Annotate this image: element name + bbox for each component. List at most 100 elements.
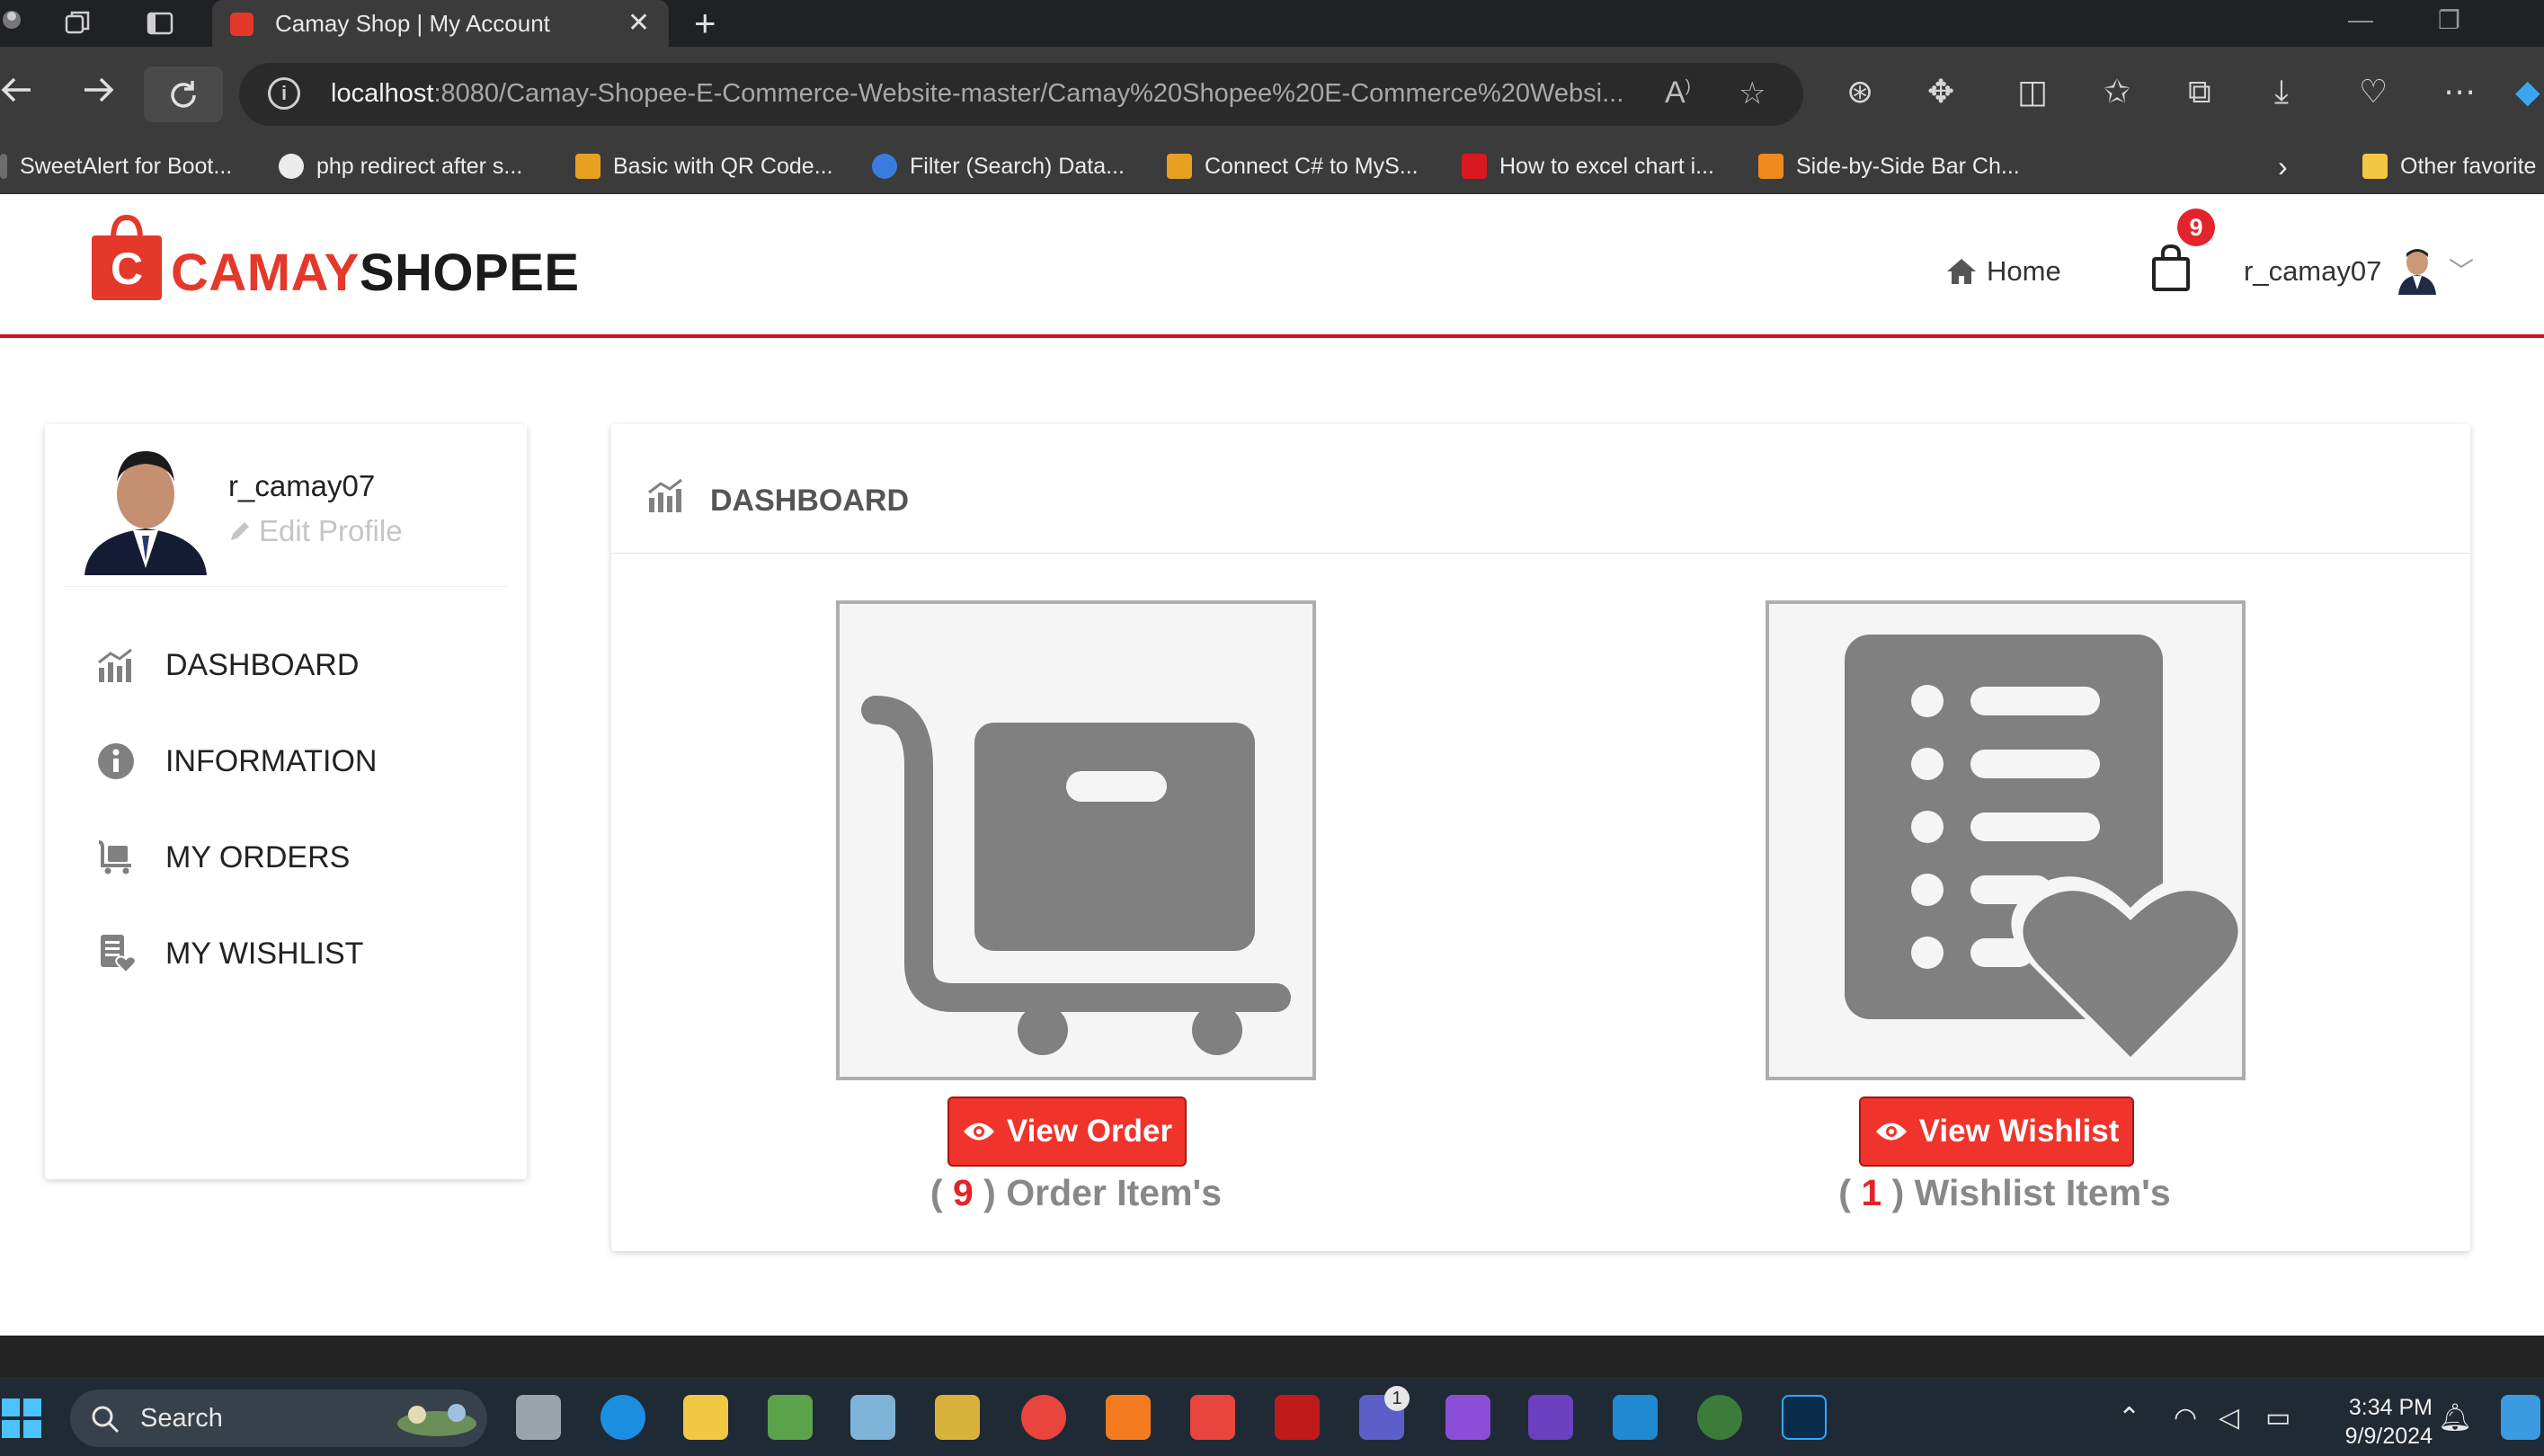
orders-tile — [836, 600, 1316, 1080]
sidebar-item-my-orders[interactable]: MY ORDERS — [95, 830, 350, 884]
task-view-icon[interactable] — [516, 1395, 561, 1440]
tab-actions-icon[interactable] — [144, 7, 176, 40]
volume-icon[interactable]: ◁ — [2219, 1402, 2239, 1434]
edge-icon[interactable] — [600, 1395, 645, 1440]
logo-bag-icon[interactable]: C — [90, 212, 164, 302]
cart-count-badge: 9 — [2177, 209, 2215, 246]
copilot-icon[interactable]: ⊛ — [1846, 74, 1873, 110]
user-avatar[interactable] — [2395, 246, 2440, 295]
bookmark-item[interactable]: php redirect after s... — [279, 146, 522, 187]
sidebar-item-my-wishlist[interactable]: MY WISHLIST — [95, 927, 363, 981]
site-info-icon[interactable]: i — [268, 77, 300, 110]
cart-icon — [98, 840, 131, 874]
restore-icon[interactable]: ❐ — [2438, 5, 2460, 35]
taskbar: Search 1 ⌃ ◠ ◁ ▭ 3:34 PM 9/9/2024 🔔︎ — [0, 1377, 2544, 1456]
other-favorites-folder[interactable]: Other favorite — [2362, 146, 2536, 187]
xampp-icon[interactable] — [1106, 1395, 1151, 1440]
wishlist-icon — [101, 935, 137, 974]
teams-badge: 1 — [1384, 1386, 1410, 1411]
favorite-star-icon[interactable]: ☆ — [1739, 75, 1766, 111]
bookmark-item[interactable]: Connect C# to MyS... — [1167, 146, 1419, 187]
sidebar-item-information[interactable]: INFORMATION — [95, 734, 377, 788]
screen: Camay Shop | My Account ✕ + — ❐ i localh… — [0, 0, 2544, 1456]
app-icon[interactable] — [850, 1395, 895, 1440]
github-icon — [279, 154, 304, 179]
app-icon[interactable] — [1697, 1395, 1742, 1440]
logo-text[interactable]: CAMAYSHOPEE — [171, 243, 580, 303]
bookmark-icon — [1462, 154, 1487, 179]
visual-studio-icon[interactable] — [1445, 1395, 1490, 1440]
chevron-up-icon[interactable]: ⌃ — [2118, 1402, 2140, 1434]
file-explorer-icon[interactable] — [683, 1395, 728, 1440]
wifi-icon[interactable]: ◠ — [2174, 1402, 2197, 1434]
home-icon — [1947, 259, 1976, 284]
taskbar-search[interactable]: Search — [70, 1389, 487, 1447]
filezilla-icon[interactable] — [1275, 1395, 1320, 1440]
dashboard-card: DASHBOARD View Order ( 9 ) Order Item's — [611, 424, 2470, 1251]
shopping-bag-icon[interactable] — [2150, 243, 2192, 293]
app-icon[interactable] — [935, 1395, 980, 1440]
asp-icon — [872, 154, 897, 179]
profile-icon[interactable] — [0, 7, 32, 40]
url-text: localhost:8080/Camay-Shopee-E-Commerce-W… — [331, 79, 1624, 108]
vscode-icon[interactable] — [1613, 1395, 1658, 1440]
shop-favicon — [230, 13, 254, 36]
bookmark-item[interactable]: SweetAlert for Boot... — [0, 146, 232, 187]
tab-camay-shop[interactable]: Camay Shop | My Account ✕ — [212, 0, 669, 47]
extensions-icon[interactable]: ✥ — [1927, 74, 1954, 110]
photoshop-icon[interactable] — [1782, 1395, 1827, 1440]
notification-bell-icon[interactable]: 🔔︎ — [2438, 1402, 2472, 1434]
pencil-icon — [231, 522, 249, 540]
notepad-icon[interactable] — [768, 1395, 813, 1440]
tab-title: Camay Shop | My Account — [275, 10, 550, 37]
bookmarks-more-icon[interactable]: › — [2278, 146, 2288, 187]
chart-icon — [98, 648, 132, 682]
page-footer — [0, 1336, 2544, 1377]
git-icon[interactable] — [1190, 1395, 1235, 1440]
bookmark-item[interactable]: Side-by-Side Bar Ch... — [1758, 146, 2020, 187]
sidebar-divider — [65, 586, 507, 587]
address-bar[interactable]: i localhost:8080/Camay-Shopee-E-Commerce… — [239, 63, 1803, 126]
view-wishlist-button[interactable]: View Wishlist — [1859, 1096, 2134, 1167]
chevron-down-icon[interactable]: ﹀ — [2449, 252, 2474, 288]
bookmark-item[interactable]: Basic with QR Code... — [575, 146, 833, 187]
svg-text:C: C — [111, 244, 143, 294]
sidebar-item-dashboard[interactable]: DASHBOARD — [95, 638, 359, 692]
view-order-button[interactable]: View Order — [947, 1096, 1187, 1167]
account-sidebar: r_camay07 Edit Profile DASHBOARD INFORMA… — [45, 424, 527, 1179]
copilot-icon[interactable] — [2501, 1395, 2540, 1440]
clock[interactable]: 3:34 PM 9/9/2024 — [2334, 1393, 2433, 1451]
close-tab-icon[interactable]: ✕ — [627, 7, 650, 39]
bookmark-item[interactable]: Filter (Search) Data... — [872, 146, 1125, 187]
favorites-icon[interactable]: ✩ — [2104, 74, 2130, 110]
teams-icon[interactable]: 1 — [1359, 1386, 1410, 1440]
user-menu-name[interactable]: r_camay07 — [2244, 255, 2381, 288]
edit-profile-link[interactable]: Edit Profile — [228, 514, 403, 548]
eye-icon — [1875, 1123, 1907, 1141]
forward-icon[interactable] — [81, 72, 117, 118]
bookmark-icon — [1167, 154, 1192, 179]
profile-photo — [85, 451, 207, 575]
browser-essentials-icon[interactable]: ♡ — [2359, 74, 2388, 110]
back-icon[interactable] — [0, 72, 32, 118]
chrome-icon[interactable] — [1021, 1395, 1066, 1440]
collections-icon[interactable]: ⧉ — [2188, 74, 2211, 110]
read-aloud-icon[interactable]: A) — [1665, 75, 1691, 111]
more-icon[interactable]: ⋯ — [2443, 74, 2476, 110]
downloads-icon[interactable]: ⤓ — [2274, 74, 2289, 110]
minimize-icon[interactable]: — — [2348, 5, 2373, 34]
copilot-sidebar-icon[interactable]: ◆ — [2515, 74, 2540, 110]
bookmark-item[interactable]: How to excel chart i... — [1462, 146, 1714, 187]
battery-icon[interactable]: ▭ — [2265, 1402, 2290, 1434]
windows-start-icon[interactable] — [0, 1397, 43, 1440]
home-link[interactable]: Home — [1945, 255, 2061, 288]
order-count: ( 9 ) Order Item's — [930, 1172, 1223, 1213]
visual-studio-icon[interactable] — [1528, 1395, 1573, 1440]
new-tab-icon[interactable]: + — [694, 2, 716, 45]
header-divider — [0, 334, 2544, 338]
chart-icon — [648, 478, 682, 512]
split-screen-icon[interactable]: ◫ — [2017, 74, 2048, 110]
reload-button[interactable] — [144, 67, 223, 122]
page-title: DASHBOARD — [710, 484, 909, 518]
workspaces-icon[interactable] — [61, 7, 93, 40]
